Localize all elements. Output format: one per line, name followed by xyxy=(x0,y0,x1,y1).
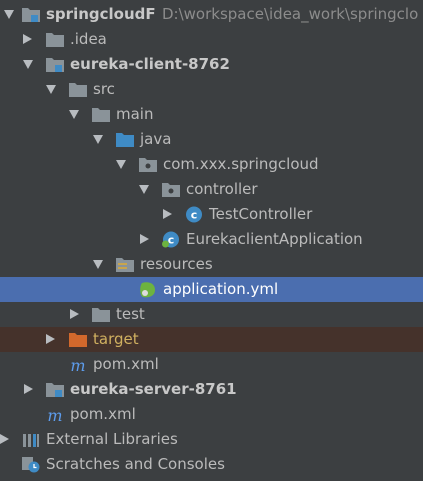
tree-row-root-pom[interactable]: m pom.xml xyxy=(0,402,423,427)
module-label: eureka-client-8762 xyxy=(70,55,230,73)
file-label: pom.xml xyxy=(93,355,159,373)
collapse-arrow-icon[interactable] xyxy=(23,34,32,44)
project-tree: springcloudF D:\workspace\idea_work\spri… xyxy=(0,0,423,481)
folder-label: src xyxy=(93,80,115,98)
folder-label: target xyxy=(93,330,139,348)
node-label: Scratches and Consoles xyxy=(46,455,225,473)
file-label: pom.xml xyxy=(70,405,136,423)
class-label: EurekaclientApplication xyxy=(186,230,363,248)
tree-row-client-module[interactable]: eureka-client-8762 xyxy=(0,52,423,77)
source-folder-icon xyxy=(116,133,134,147)
expand-arrow-icon[interactable] xyxy=(69,110,79,119)
expand-arrow-icon[interactable] xyxy=(4,10,14,19)
tree-row-src[interactable]: src xyxy=(0,77,423,102)
expand-arrow-icon[interactable] xyxy=(93,135,103,144)
collapse-arrow-icon[interactable] xyxy=(70,309,79,319)
folder-label: .idea xyxy=(70,30,107,48)
tree-row-scratches[interactable]: Scratches and Consoles xyxy=(0,452,423,477)
tree-row-controller-pkg[interactable]: controller xyxy=(0,177,423,202)
folder-label: test xyxy=(116,305,145,323)
project-root-path: D:\workspace\idea_work\springclo xyxy=(162,5,419,23)
tree-row-external-libraries[interactable]: External Libraries xyxy=(0,427,423,452)
tree-row-test-controller[interactable]: c TestController xyxy=(0,202,423,227)
package-icon xyxy=(162,183,180,197)
folder-icon xyxy=(46,33,64,47)
maven-icon: m xyxy=(70,356,85,373)
collapse-arrow-icon[interactable] xyxy=(140,234,149,244)
module-folder-icon xyxy=(46,58,64,72)
tree-row-idea[interactable]: .idea xyxy=(0,27,423,52)
excluded-folder-icon xyxy=(69,333,87,347)
maven-icon: m xyxy=(47,406,62,423)
tree-row-client-pom[interactable]: m pom.xml xyxy=(0,352,423,377)
tree-row-test[interactable]: test xyxy=(0,302,423,327)
collapse-arrow-icon[interactable] xyxy=(0,434,9,444)
tree-row-application-yml[interactable]: application.yml xyxy=(0,277,423,302)
tree-row-server-module[interactable]: eureka-server-8761 xyxy=(0,377,423,402)
tree-row-package[interactable]: com.xxx.springcloud xyxy=(0,152,423,177)
folder-label: main xyxy=(116,105,154,123)
tree-row-resources[interactable]: resources xyxy=(0,252,423,277)
tree-row-app-class[interactable]: c EurekaclientApplication xyxy=(0,227,423,252)
expand-arrow-icon[interactable] xyxy=(46,85,56,94)
module-folder-icon xyxy=(46,383,64,397)
tree-row-target[interactable]: target xyxy=(0,327,423,352)
spring-boot-class-icon: c xyxy=(162,231,179,248)
expand-arrow-icon[interactable] xyxy=(116,160,126,169)
node-label: External Libraries xyxy=(46,430,178,448)
svg-text:m: m xyxy=(47,406,62,423)
module-folder-icon xyxy=(22,8,40,22)
tree-row-java[interactable]: java xyxy=(0,127,423,152)
collapse-arrow-icon[interactable] xyxy=(46,334,55,344)
module-label: eureka-server-8761 xyxy=(70,380,237,398)
tree-row-main[interactable]: main xyxy=(0,102,423,127)
package-label: controller xyxy=(186,180,258,198)
project-root-name: springcloudF xyxy=(46,5,156,23)
collapse-arrow-icon[interactable] xyxy=(163,209,172,219)
package-icon xyxy=(139,158,157,172)
folder-icon xyxy=(92,108,110,122)
folder-icon xyxy=(92,308,110,322)
file-label: application.yml xyxy=(163,280,279,298)
library-icon xyxy=(23,434,39,447)
class-icon: c xyxy=(186,206,202,223)
svg-text:m: m xyxy=(70,356,85,373)
scratches-icon xyxy=(22,457,40,473)
spring-config-file-icon xyxy=(140,282,155,298)
package-label: com.xxx.springcloud xyxy=(163,155,319,173)
folder-label: java xyxy=(140,130,172,148)
resources-folder-icon xyxy=(116,258,134,272)
tree-row-project-root[interactable]: springcloudF D:\workspace\idea_work\spri… xyxy=(0,2,423,27)
svg-text:c: c xyxy=(191,209,198,222)
collapse-arrow-icon[interactable] xyxy=(24,384,33,394)
class-label: TestController xyxy=(209,205,313,223)
expand-arrow-icon[interactable] xyxy=(23,60,33,69)
folder-icon xyxy=(69,83,87,97)
folder-label: resources xyxy=(140,255,213,273)
expand-arrow-icon[interactable] xyxy=(139,185,149,194)
expand-arrow-icon[interactable] xyxy=(93,260,103,269)
